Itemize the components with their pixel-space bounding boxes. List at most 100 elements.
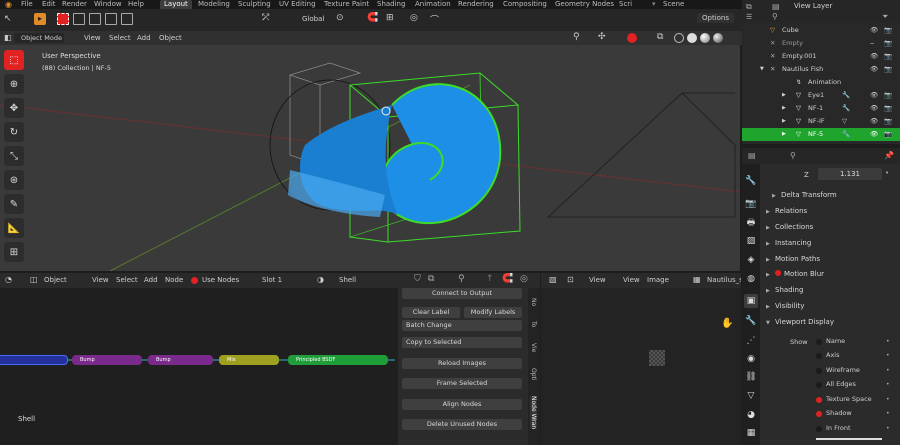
3d-viewport[interactable]: User Perspective (88) Collection | NF-5 [0, 45, 740, 271]
modify-labels-button[interactable]: Modify Labels [464, 307, 522, 318]
shading-rendered-icon[interactable] [713, 33, 723, 43]
transform-orientation-select[interactable]: Global [302, 15, 324, 23]
outliner-item-empty-001[interactable]: ✕ Empty.001 👁 📷 [742, 50, 900, 63]
material-sphere-icon[interactable]: ◑ [317, 275, 324, 284]
rotate-tool-icon[interactable]: ↻ [4, 122, 24, 142]
select-tool-icon[interactable]: ▸ [34, 13, 46, 25]
eye-closed-icon[interactable]: ⌣ [870, 37, 874, 50]
tab-animation[interactable]: Animation [415, 0, 451, 9]
cursor-tool-icon[interactable]: ↖ [4, 14, 12, 24]
editor-type-icon[interactable]: ▤ [748, 151, 756, 160]
section-shading[interactable]: ▶ Shading [760, 283, 900, 298]
expand-icon[interactable]: ▼ [760, 63, 764, 76]
outliner-item-empty[interactable]: ✕ Empty ⌣ 📷 [742, 37, 900, 50]
slot-select[interactable]: Slot 1 [262, 276, 282, 285]
constraints-tab-icon[interactable]: ⛓ [744, 370, 758, 384]
camera-icon[interactable]: 📷 [884, 128, 892, 141]
menu-view[interactable]: View [623, 276, 640, 285]
eye-icon[interactable]: 👁 [870, 63, 878, 76]
reload-images-button[interactable]: Reload Images [402, 358, 522, 369]
view-layer-select[interactable]: View Layer [794, 2, 832, 10]
snap-target-icon[interactable]: ⊞ [386, 13, 394, 23]
visibility-filter-icon[interactable]: ⚲ [573, 32, 580, 42]
eye-icon[interactable]: 👁 [870, 115, 878, 128]
pin-icon[interactable]: 📌 [884, 151, 894, 160]
camera-icon[interactable]: 📷 [884, 115, 892, 128]
motion-blur-checkbox[interactable] [775, 270, 781, 276]
connect-to-output-button[interactable]: Connect to Output [402, 288, 522, 299]
keyframe-dot-icon[interactable]: • [886, 367, 890, 374]
object-tab-icon[interactable]: ▣ [744, 294, 758, 308]
section-visibility[interactable]: ▶ Visibility [760, 299, 900, 314]
clear-label-button[interactable]: Clear Label [402, 307, 460, 318]
falloff-icon[interactable]: ⌒ [430, 13, 439, 26]
render-tab-icon[interactable]: 📷 [744, 197, 758, 211]
mode-select[interactable]: Object Mode [14, 33, 64, 43]
add-cube-tool-icon[interactable]: ⊞ [4, 242, 24, 262]
node-bump-1[interactable]: Bump [72, 355, 142, 365]
tab-sculpting[interactable]: Sculpting [238, 0, 271, 9]
options-dropdown[interactable]: Options [697, 13, 735, 23]
show-texture-space-checkbox[interactable] [816, 397, 822, 403]
shader-type-select[interactable]: Object [44, 276, 67, 285]
tab-layout[interactable]: Layout [160, 0, 192, 9]
expand-icon[interactable]: ▶ [782, 89, 786, 102]
menu-image[interactable]: Image [647, 276, 669, 285]
eye-icon[interactable]: 👁 [870, 89, 878, 102]
keyframe-dot-icon[interactable]: • [886, 410, 890, 417]
tab-texture-paint[interactable]: Texture Paint [324, 0, 369, 9]
modifier-tab-icon[interactable]: 🔧 [744, 314, 758, 328]
outliner-item-cube[interactable]: ▽ Cube 👁 📷 [742, 24, 900, 37]
menu-node[interactable]: Node [165, 276, 183, 285]
outliner-item-animation[interactable]: ↯ Animation [742, 76, 900, 89]
show-all-edges-checkbox[interactable] [816, 382, 822, 388]
scene-icon[interactable]: ▾ [652, 0, 656, 9]
camera-icon[interactable]: 📷 [884, 102, 892, 115]
scene-name[interactable]: Scene [663, 0, 684, 9]
menu-view[interactable]: View [92, 276, 109, 285]
editor-type-icon[interactable]: ◧ [4, 33, 12, 42]
blender-logo-icon[interactable]: ◉ [5, 0, 12, 9]
use-nodes-checkbox[interactable] [191, 277, 198, 284]
layers-icon[interactable]: ⧉ [746, 2, 752, 12]
frame-selected-button[interactable]: Frame Selected [402, 378, 522, 389]
view-mode-icon[interactable]: ⊡ [567, 275, 574, 284]
transform-orientation-icon[interactable]: ⤱ [262, 13, 269, 23]
select-intersect-icon[interactable] [121, 13, 133, 25]
image-select[interactable]: Nautilus_s [707, 276, 741, 285]
shading-wireframe-icon[interactable] [674, 33, 684, 43]
filter-icon[interactable]: ⏷ [882, 12, 888, 22]
outliner-item-nf-1[interactable]: ▶ ▽ NF-1 🔧 👁 📷 [742, 102, 900, 115]
camera-icon[interactable]: 📷 [884, 37, 892, 50]
tab-modeling[interactable]: Modeling [198, 0, 230, 9]
physics-tab-icon[interactable]: ◉ [744, 352, 758, 366]
section-relations[interactable]: ▶ Relations [760, 204, 900, 219]
search-icon[interactable]: ⚲ [790, 151, 796, 160]
view-layer-tab-icon[interactable]: ▨ [744, 234, 758, 248]
shield-icon[interactable]: ⛉ [414, 274, 421, 284]
batch-change-dropdown[interactable]: Batch Change [402, 320, 522, 331]
keyframe-dot-icon[interactable]: • [886, 396, 890, 403]
menu-object[interactable]: Object [159, 33, 182, 43]
object-type-icon[interactable]: ◫ [30, 275, 38, 284]
menu-add[interactable]: Add [144, 276, 158, 285]
image-icon[interactable]: ▦ [693, 275, 701, 284]
menu-add[interactable]: Add [137, 33, 151, 43]
node-normal-map[interactable] [0, 355, 68, 365]
select-box-mode-icon[interactable] [57, 13, 69, 25]
parent-node-icon[interactable]: ↑ [486, 274, 494, 284]
world-tab-icon[interactable]: ◍ [744, 272, 758, 286]
select-box-tool-icon[interactable]: ⬚ [4, 50, 24, 70]
menu-window[interactable]: Window [94, 0, 122, 9]
outliner-item-nf-5[interactable]: ▶ ▽ NF-5 🔧 👁 📷 [742, 128, 900, 141]
copy-icon[interactable]: ⧉ [428, 274, 434, 284]
keyframe-dot-icon[interactable]: • [886, 338, 890, 345]
copy-to-selected-dropdown[interactable]: Copy to Selected [402, 337, 522, 348]
select-subtract-icon[interactable] [89, 13, 101, 25]
search-icon[interactable]: ⚲ [772, 12, 778, 21]
align-nodes-button[interactable]: Align Nodes [402, 399, 522, 410]
tab-geometry-nodes[interactable]: Geometry Nodes [555, 0, 614, 9]
tab-rendering[interactable]: Rendering [458, 0, 494, 9]
tab-node[interactable]: No [530, 298, 537, 306]
tool-tab-icon[interactable]: 🔧 [744, 174, 758, 188]
